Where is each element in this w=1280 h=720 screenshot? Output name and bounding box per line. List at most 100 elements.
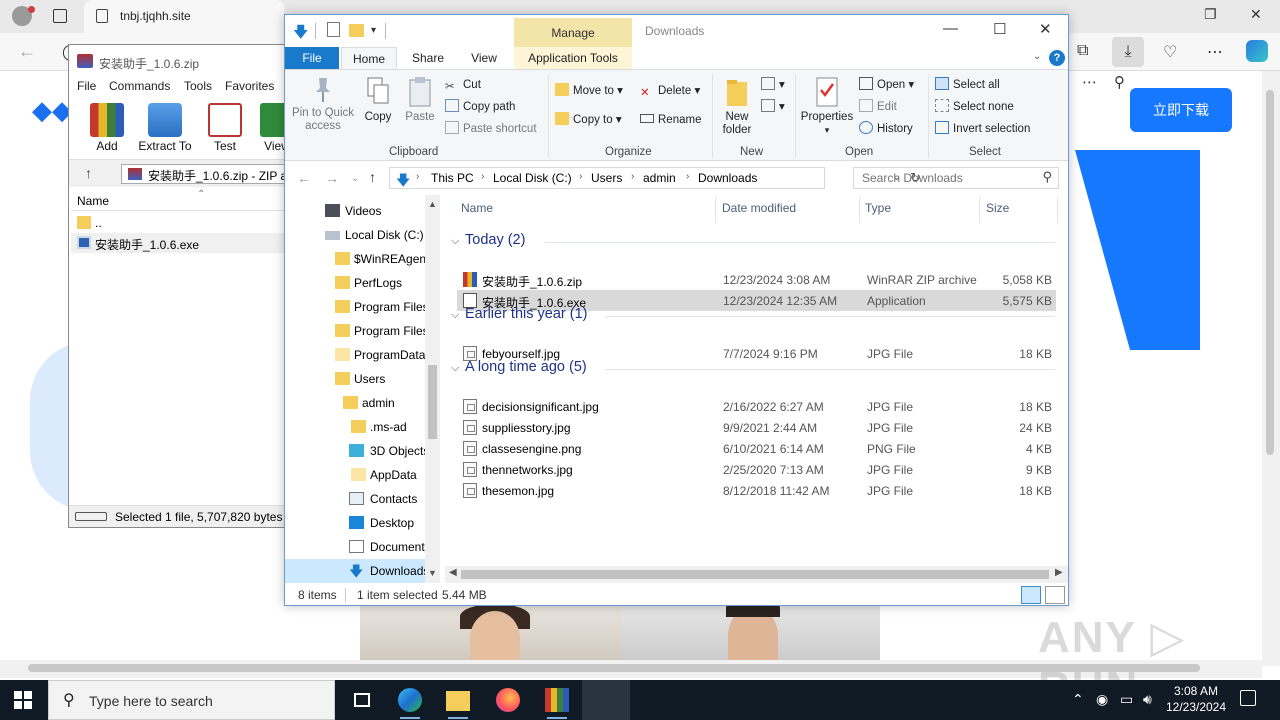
breadcrumb-this-pc[interactable]: This PC [431, 171, 474, 185]
customize-toolbar-icon[interactable]: ▾ [371, 25, 376, 36]
chevron-right-icon[interactable]: › [631, 171, 634, 182]
easy-access-button[interactable]: ▾ [761, 98, 785, 116]
nav-item-local-disk[interactable]: Local Disk (C:) [285, 223, 425, 247]
breadcrumb-users[interactable]: Users [591, 171, 622, 185]
tab-share[interactable]: Share [403, 47, 453, 69]
search-input[interactable] [862, 169, 1032, 187]
copy-path-button[interactable]: Copy path [445, 98, 515, 116]
column-divider[interactable] [859, 197, 860, 223]
menu-commands[interactable]: Commands [109, 79, 170, 93]
close-icon[interactable]: ✕ [1039, 20, 1052, 38]
nav-item-downloads[interactable]: 🡇 Downloads [285, 559, 429, 583]
chevron-right-icon[interactable]: › [579, 171, 582, 182]
edit-button[interactable]: Edit [859, 98, 897, 116]
copilot-icon[interactable] [1246, 40, 1268, 62]
nav-item-perflogs[interactable]: PerfLogs [285, 271, 425, 295]
list-item[interactable]: 安装助手_1.0.6.exe [71, 233, 287, 253]
breadcrumb-downloads[interactable]: Downloads [698, 171, 757, 185]
manage-tab[interactable]: Manage [514, 18, 632, 47]
nav-item-users[interactable]: Users [285, 367, 425, 391]
collections-icon[interactable]: ⧉ [1077, 42, 1088, 60]
breadcrumb-local-disk[interactable]: Local Disk (C:) [493, 171, 572, 185]
address-bar[interactable]: 🡇 › This PC › Local Disk (C:) › Users › … [389, 167, 921, 189]
select-none-button[interactable]: Select none [935, 98, 1014, 116]
forward-arrow-icon[interactable]: → [325, 170, 339, 186]
scroll-up-icon[interactable]: ▲ [428, 199, 437, 209]
volume-icon[interactable]: 🔊︎ [1143, 691, 1152, 708]
file-row[interactable]: thesemon.jpg 8/12/2018 11:42 AM JPG File… [457, 480, 1056, 501]
cut-button[interactable]: ✂ Cut [445, 76, 481, 94]
help-icon[interactable]: ? [1049, 50, 1065, 66]
tab-view[interactable]: View [459, 47, 509, 69]
menu-favorites[interactable]: Favorites [225, 79, 274, 93]
menu-tools[interactable]: Tools [184, 79, 212, 93]
nav-item-3d-objects[interactable]: 3D Objects [285, 439, 429, 463]
group-header-a-long-time-ago[interactable]: ⌵ A long time ago (5) [451, 359, 587, 375]
download-now-button[interactable]: 立即下载 [1130, 88, 1232, 132]
taskbar-clock[interactable]: 3:08 AM 12/23/2024 [1160, 683, 1232, 715]
nav-item-program-files[interactable]: Program Files [285, 295, 429, 319]
tab-application-tools[interactable]: Application Tools [514, 47, 632, 69]
notification-icon[interactable] [1240, 690, 1256, 706]
history-button[interactable]: History [859, 120, 913, 138]
nav-item-program-files-x86[interactable]: Program Files [285, 319, 429, 343]
file-row[interactable]: classesengine.png 6/10/2021 6:14 AM PNG … [457, 438, 1056, 459]
new-folder-button[interactable]: New folder [717, 74, 757, 137]
tab-actions-icon[interactable] [53, 9, 67, 23]
edge-taskbar-button[interactable] [386, 680, 434, 720]
group-header-earlier-this-year[interactable]: ⌵ Earlier this year (1) [451, 306, 587, 322]
tab-home[interactable]: Home [341, 47, 397, 69]
file-row[interactable]: suppliesstory.jpg 9/9/2021 2:44 AM JPG F… [457, 417, 1056, 438]
chevron-up-icon[interactable]: ⌃ [1072, 691, 1084, 708]
taskbar-search-box[interactable]: ⚲ Type here to search [48, 680, 335, 720]
details-view-icon[interactable] [1021, 586, 1041, 604]
chevron-right-icon[interactable]: › [416, 171, 419, 182]
properties-quick-icon[interactable] [327, 22, 340, 37]
breadcrumb-admin[interactable]: admin [643, 171, 676, 185]
scroll-down-icon[interactable]: ▼ [428, 568, 437, 578]
network-icon[interactable]: ▭ [1120, 691, 1133, 708]
back-icon[interactable]: ← [18, 41, 36, 62]
list-item[interactable]: .. [71, 213, 287, 233]
column-size[interactable]: Size [986, 201, 1009, 215]
add-button[interactable]: Add [79, 99, 135, 155]
nav-item-ms-ad[interactable]: .ms-ad [285, 415, 425, 439]
paste-button[interactable]: Paste [401, 74, 439, 124]
task-view-button[interactable] [338, 680, 386, 720]
recent-locations-icon[interactable]: ⌄ [351, 173, 359, 184]
pin-to-quick-access-button[interactable]: Pin to Quick access [291, 74, 355, 133]
column-date-modified[interactable]: Date modified [722, 201, 796, 215]
navigation-pane-scroll-thumb[interactable] [428, 365, 437, 439]
more-icon[interactable]: ⋯ [1207, 42, 1223, 62]
file-row[interactable]: decisionsignificant.jpg 2/16/2022 6:27 A… [457, 396, 1056, 417]
file-explorer-taskbar-button[interactable] [434, 680, 482, 720]
rename-button[interactable]: Rename [640, 111, 701, 129]
nav-item-desktop[interactable]: Desktop [285, 511, 425, 535]
properties-button[interactable]: Properties ▾ [799, 74, 855, 137]
delete-button[interactable]: ✕ Delete ▾ [640, 82, 700, 100]
nav-item-documents[interactable]: Documents [285, 535, 431, 559]
windows-start-icon[interactable] [14, 691, 32, 709]
move-to-button[interactable]: Move to ▾ [555, 82, 623, 100]
open-button[interactable]: Open ▾ [859, 76, 914, 94]
nav-item-appdata[interactable]: AppData [285, 463, 425, 487]
file-row[interactable]: thennetworks.jpg 2/25/2020 7:13 AM JPG F… [457, 459, 1056, 480]
file-list-scroll-thumb[interactable] [461, 570, 1049, 579]
chevron-right-icon[interactable]: › [481, 171, 484, 182]
test-button[interactable]: Test [197, 99, 253, 155]
nav-item-admin[interactable]: admin [285, 391, 425, 415]
menu-file[interactable]: File [77, 79, 96, 93]
heart-icon[interactable]: ♡ [1163, 42, 1177, 62]
up-arrow-icon[interactable]: ↑ [85, 165, 92, 181]
page-menu-icon[interactable]: ⋯ [1082, 73, 1097, 91]
column-divider[interactable] [979, 197, 980, 223]
new-folder-quick-icon[interactable] [349, 24, 364, 37]
ribbon-collapse-icon[interactable]: ⌄ [1033, 51, 1041, 62]
winrar-taskbar-button[interactable] [533, 680, 581, 720]
copy-button[interactable]: Copy [361, 74, 395, 124]
winrar-path-field[interactable]: 安装助手_1.0.6.zip - ZIP ar [121, 164, 291, 184]
firefox-taskbar-button[interactable] [484, 680, 532, 720]
back-arrow-icon[interactable]: ← [297, 170, 311, 186]
search-box[interactable]: ⚲ [853, 167, 1059, 189]
restore-icon[interactable]: ❐ [1204, 6, 1217, 23]
